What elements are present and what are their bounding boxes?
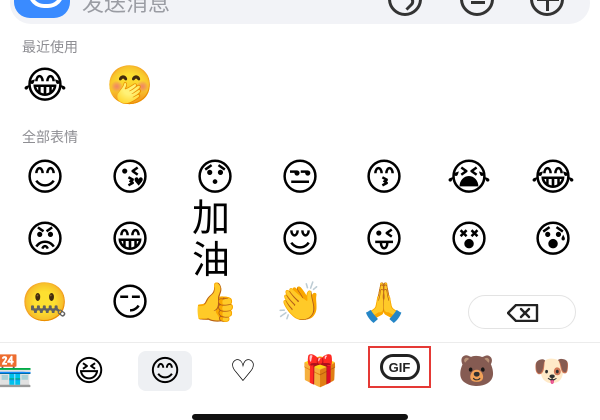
- shy-emoji[interactable]: 😌: [277, 218, 323, 260]
- praying-hands-emoji[interactable]: 🙏: [360, 281, 407, 323]
- shushing-emoji[interactable]: 🤐: [21, 281, 68, 323]
- smiling-emoji[interactable]: 😊: [22, 156, 68, 198]
- input-placeholder: 发送消息: [82, 0, 171, 17]
- clapping-emoji[interactable]: 👏: [276, 281, 323, 323]
- surprised-emoji[interactable]: 😯: [192, 156, 238, 198]
- thinking-kiss-emoji[interactable]: 😙: [361, 156, 407, 198]
- thumbs-up-emoji[interactable]: 👍: [191, 281, 238, 323]
- sticker-tab-bar: 🏪 😆 😊 ♡ 🎁 🐻 🐶 GIF: [0, 343, 600, 420]
- gif-icon: GIF: [379, 354, 420, 380]
- unamused-emoji[interactable]: 😒: [277, 156, 323, 198]
- jiayou-emoji[interactable]: 加油: [192, 197, 238, 281]
- backspace-button[interactable]: [468, 295, 576, 329]
- all-section-title: 全部表情: [22, 130, 78, 146]
- home-indicator: [192, 414, 408, 420]
- grinning-emoji[interactable]: 😁: [107, 218, 153, 260]
- gif-tab[interactable]: GIF: [368, 346, 431, 388]
- laughing-tears-emoji[interactable]: 😂: [530, 156, 576, 198]
- heart-icon[interactable]: ♡: [216, 351, 270, 391]
- black-sweat-emoji[interactable]: 😰: [530, 218, 576, 260]
- tears-of-joy-emoji[interactable]: 😂: [22, 64, 68, 106]
- message-input-bar: 发送消息: [0, 0, 600, 30]
- cup-sticker-icon[interactable]: 🎁: [293, 351, 347, 391]
- heart-eyes-kiss-emoji[interactable]: 😘: [107, 156, 153, 198]
- dizzy-emoji[interactable]: 😵: [446, 218, 492, 260]
- emoji-tab-icon[interactable]: 😊: [138, 351, 192, 391]
- smirk-pointing-emoji[interactable]: 😏: [107, 281, 153, 323]
- bear-sticker-icon[interactable]: 🐻: [450, 351, 504, 391]
- crying-emoji[interactable]: 😭: [446, 156, 492, 198]
- smile-sticker-icon[interactable]: 😆: [62, 351, 116, 391]
- covering-mouth-emoji[interactable]: 🤭: [106, 64, 153, 106]
- recent-section-title: 最近使用: [22, 40, 78, 56]
- angry-emoji[interactable]: 😡: [22, 218, 68, 260]
- store-icon[interactable]: 🏪: [0, 351, 42, 391]
- app-logo-icon: [14, 0, 70, 18]
- wink-tongue-emoji[interactable]: 😜: [361, 218, 407, 260]
- backspace-icon: [507, 304, 539, 322]
- dog-sticker-icon[interactable]: 🐶: [525, 351, 579, 391]
